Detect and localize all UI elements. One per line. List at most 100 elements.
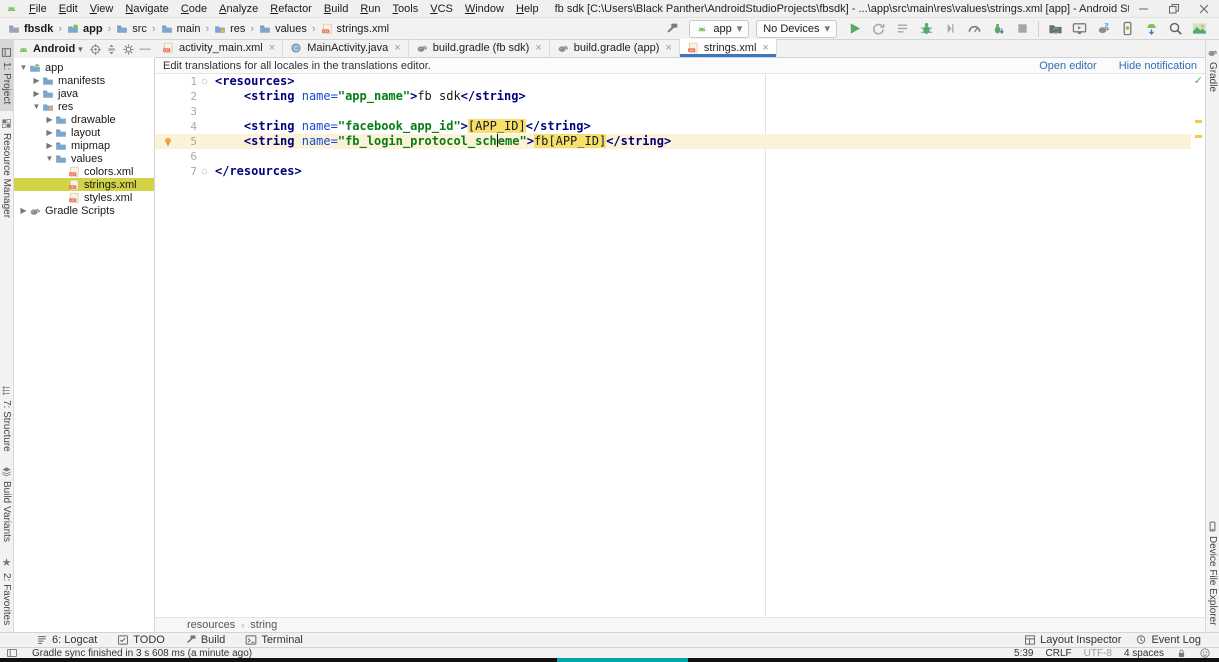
indent-indicator[interactable]: 4 spaces: [1124, 648, 1164, 659]
fold-marker-icon[interactable]: [197, 77, 211, 86]
code-line-6[interactable]: 6: [155, 149, 1205, 164]
error-stripe[interactable]: ✓: [1191, 74, 1205, 617]
restore-button[interactable]: [1159, 0, 1189, 18]
device-monitor-icon[interactable]: [1069, 19, 1089, 39]
attach-debugger-icon[interactable]: [988, 19, 1008, 39]
debug-button[interactable]: [916, 19, 936, 39]
tool-window-button-event-log[interactable]: Event Log: [1135, 634, 1201, 646]
tab-strings-xml[interactable]: xmlstrings.xml×: [680, 39, 777, 57]
menu-edit[interactable]: Edit: [53, 2, 84, 16]
tool-window-button-build[interactable]: Build: [185, 634, 225, 646]
menu-run[interactable]: Run: [354, 2, 386, 16]
stop-button[interactable]: [1012, 19, 1032, 39]
tree-item-layout[interactable]: ▶layout: [14, 126, 154, 139]
apply-code-changes-icon[interactable]: [892, 19, 912, 39]
warning-stripe-mark[interactable]: [1195, 135, 1202, 138]
project-view-selector[interactable]: Android: [33, 43, 75, 55]
code-line-7[interactable]: 7</resources>: [155, 164, 1205, 179]
tool-window-button-gradle[interactable]: Gradle: [1206, 40, 1219, 99]
close-icon[interactable]: ×: [394, 42, 400, 54]
tab-build-gradle-app-[interactable]: build.gradle (app)×: [550, 39, 680, 57]
device-select[interactable]: No Devices ▾: [756, 20, 837, 38]
breadcrumb-item-res[interactable]: res: [212, 23, 247, 35]
code-line-5[interactable]: 5 <string name="fb_login_protocol_scheme…: [155, 134, 1205, 149]
sync-project-icon[interactable]: [1045, 19, 1065, 39]
breadcrumb-item-fbsdk[interactable]: fbsdk: [6, 23, 55, 35]
code-line-3[interactable]: 3: [155, 104, 1205, 119]
tool-window-button-device-file-explorer[interactable]: Device File Explorer: [1206, 514, 1219, 632]
menu-file[interactable]: File: [23, 2, 53, 16]
sdk-manager-icon[interactable]: [1141, 19, 1161, 39]
hide-notification-link[interactable]: Hide notification: [1119, 60, 1197, 72]
menu-vcs[interactable]: VCS: [424, 2, 459, 16]
encoding-indicator[interactable]: UTF-8: [1084, 648, 1112, 659]
caret-position[interactable]: 5:39: [1014, 648, 1033, 659]
menu-refactor[interactable]: Refactor: [264, 2, 318, 16]
read-lock-icon[interactable]: [1176, 648, 1187, 659]
close-button[interactable]: [1189, 0, 1219, 18]
close-icon[interactable]: ×: [269, 42, 275, 54]
breadcrumb-item-values[interactable]: values: [257, 23, 309, 35]
code-line-1[interactable]: 1<resources>: [155, 74, 1205, 89]
avd-manager-icon[interactable]: [1117, 19, 1137, 39]
tool-window-button-terminal[interactable]: Terminal: [245, 634, 303, 646]
code-line-4[interactable]: 4 <string name="facebook_app_id">[APP_ID…: [155, 119, 1205, 134]
tree-item-Gradle-Scripts[interactable]: ▶Gradle Scripts: [14, 204, 154, 217]
line-ending-indicator[interactable]: CRLF: [1046, 648, 1072, 659]
menu-window[interactable]: Window: [459, 2, 510, 16]
tool-window-button-6-logcat[interactable]: 6: Logcat: [36, 634, 97, 646]
tab-activity_main-xml[interactable]: xmlactivity_main.xml×: [155, 39, 283, 57]
menu-code[interactable]: Code: [175, 2, 213, 16]
gradle-sync-icon[interactable]: [1093, 19, 1113, 39]
run-button[interactable]: [844, 19, 864, 39]
warning-stripe-mark[interactable]: [1195, 120, 1202, 123]
minimize-button[interactable]: [1129, 0, 1159, 18]
breadcrumb-item-strings-xml[interactable]: xmlstrings.xml: [319, 23, 392, 35]
breadcrumb-item-app[interactable]: app: [65, 23, 105, 35]
menu-build[interactable]: Build: [318, 2, 354, 16]
menu-tools[interactable]: Tools: [387, 2, 425, 16]
collapse-all-button[interactable]: [105, 39, 118, 59]
menu-help[interactable]: Help: [510, 2, 545, 16]
apply-changes-icon[interactable]: [868, 19, 888, 39]
xml-breadcrumb-resources[interactable]: resources: [187, 619, 235, 631]
settings-gear-button[interactable]: [122, 39, 135, 59]
tree-item-drawable[interactable]: ▶drawable: [14, 113, 154, 126]
intention-bulb-icon[interactable]: [155, 136, 181, 148]
breadcrumb-item-src[interactable]: src: [114, 23, 149, 35]
tool-window-button-1-project[interactable]: 1: Project: [0, 40, 13, 111]
tree-item-java[interactable]: ▶java: [14, 87, 154, 100]
tool-window-button-resource-manager[interactable]: Resource Manager: [0, 111, 13, 225]
build-project-button[interactable]: [662, 19, 682, 39]
code-line-2[interactable]: 2 <string name="app_name">fb sdk</string…: [155, 89, 1205, 104]
xml-breadcrumb-string[interactable]: string: [250, 619, 277, 631]
profile-button[interactable]: [964, 19, 984, 39]
tree-item-values[interactable]: ▼values: [14, 152, 154, 165]
code-editor[interactable]: 1<resources>2 <string name="app_name">fb…: [155, 74, 1205, 617]
tree-item-mipmap[interactable]: ▶mipmap: [14, 139, 154, 152]
profile-avatar-icon[interactable]: [1189, 19, 1209, 39]
tree-item-res[interactable]: ▼res: [14, 100, 154, 113]
close-icon[interactable]: ×: [762, 42, 768, 54]
tree-item-manifests[interactable]: ▶manifests: [14, 74, 154, 87]
tool-window-button-todo[interactable]: TODO: [117, 634, 165, 646]
tree-item-strings-xml[interactable]: xmlstrings.xml: [14, 178, 154, 191]
close-icon[interactable]: ×: [535, 42, 541, 54]
hide-panel-button[interactable]: —: [138, 43, 152, 55]
tool-window-button-2-favorites[interactable]: ★2: Favorites: [0, 549, 13, 632]
tree-item-colors-xml[interactable]: xmlcolors.xml: [14, 165, 154, 178]
run-with-coverage-icon[interactable]: [940, 19, 960, 39]
menu-analyze[interactable]: Analyze: [213, 2, 264, 16]
tab-build-gradle-fb-sdk-[interactable]: build.gradle (fb sdk)×: [409, 39, 550, 57]
search-everywhere-icon[interactable]: [1165, 19, 1185, 39]
tool-window-button-layout-inspector[interactable]: Layout Inspector: [1024, 634, 1121, 646]
run-configuration-select[interactable]: app ▾: [689, 20, 749, 38]
menu-navigate[interactable]: Navigate: [119, 2, 174, 16]
open-editor-link[interactable]: Open editor: [1039, 60, 1096, 72]
menu-view[interactable]: View: [84, 2, 120, 16]
fold-marker-icon[interactable]: [197, 167, 211, 176]
tool-window-button-7-structure[interactable]: 7: Structure: [0, 378, 13, 459]
tool-window-button-build-variants[interactable]: Build Variants: [0, 459, 13, 549]
tree-item-styles-xml[interactable]: xmlstyles.xml: [14, 191, 154, 204]
select-opened-file-button[interactable]: [89, 39, 102, 59]
